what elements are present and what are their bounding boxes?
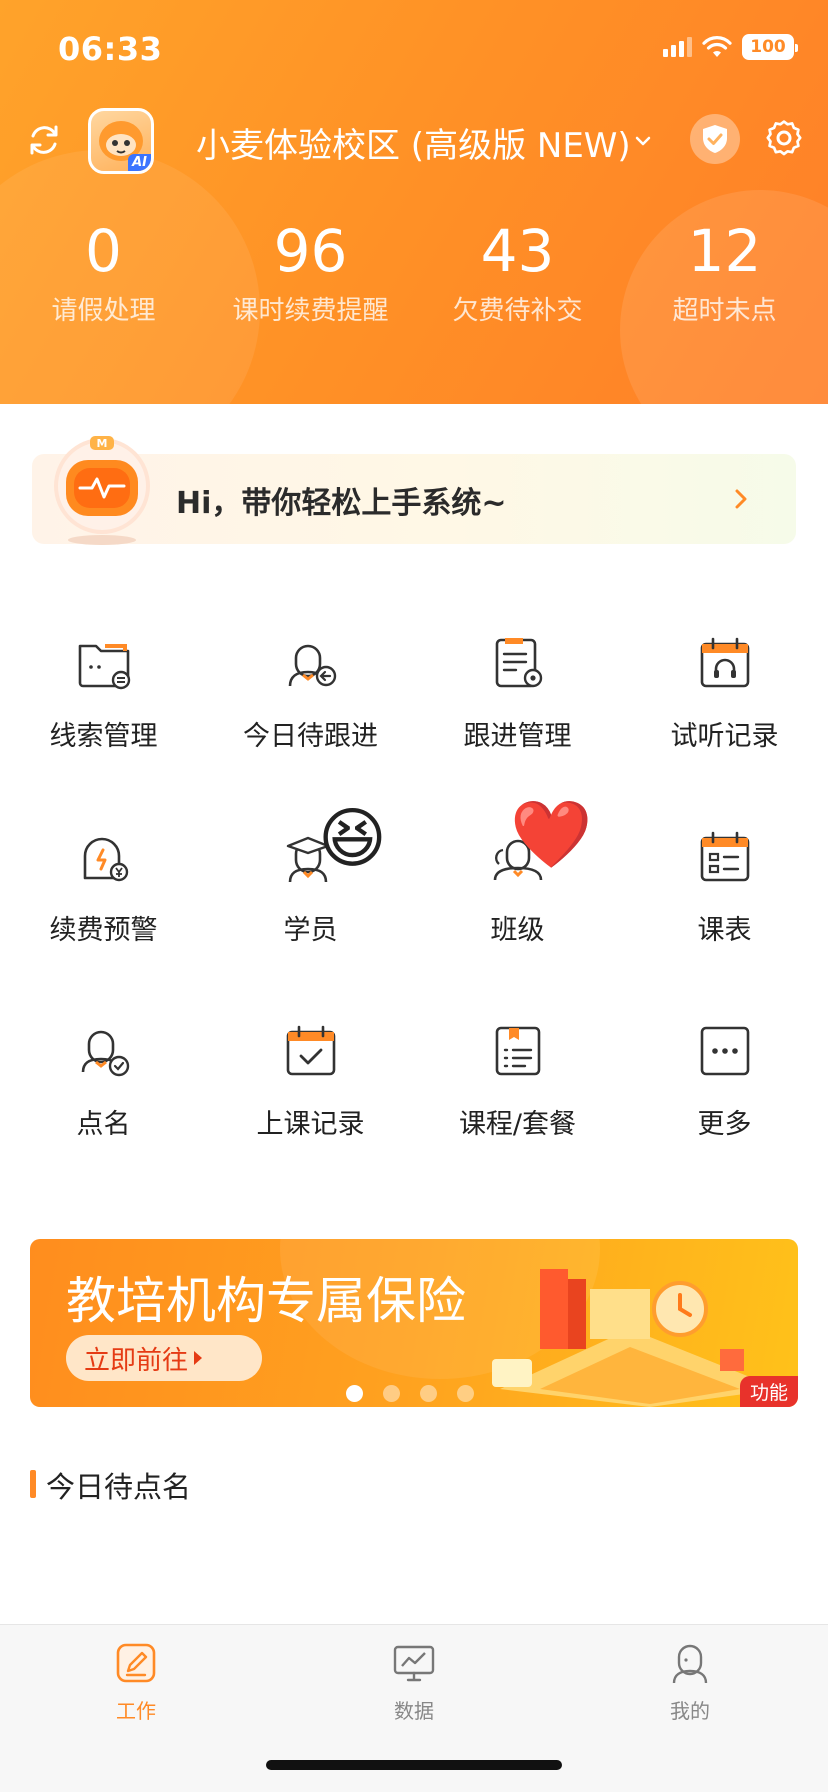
section-accent-bar <box>30 1470 36 1498</box>
battery-level: 100 <box>750 37 786 57</box>
carousel-dot[interactable] <box>420 1385 437 1402</box>
promo-go-button[interactable]: 立即前往 <box>66 1335 262 1381</box>
wifi-icon <box>702 36 732 57</box>
stat-leave-requests[interactable]: 0 请假处理 <box>0 222 207 342</box>
grid-label: 续费预警 <box>49 915 158 946</box>
battery-icon: 100 <box>742 34 798 60</box>
grid-item-class-records[interactable]: 上课记录 <box>207 1008 414 1178</box>
security-button[interactable] <box>690 114 740 164</box>
shield-icon <box>703 125 727 153</box>
promo-banner[interactable]: 教培机构专属保险 立即前往 功能 <box>30 1239 798 1407</box>
carousel-dots <box>346 1385 474 1402</box>
ai-badge: AI <box>128 154 151 171</box>
grid-item-trial-records[interactable]: 试听记录 <box>621 620 828 790</box>
section-title: 今日待点名 <box>46 1470 192 1504</box>
carousel-dot-active[interactable] <box>346 1385 363 1402</box>
status-icons: 100 <box>663 34 798 60</box>
stat-value: 12 <box>687 217 762 285</box>
feature-tag: 功能 <box>739 1376 798 1407</box>
document-gear-icon <box>495 638 543 688</box>
person-return-icon <box>288 644 337 687</box>
grid-item-today-followup[interactable]: 今日待跟进 <box>207 620 414 790</box>
grid-item-more[interactable]: 更多 <box>621 1008 828 1178</box>
heart-emoji: ❤️ <box>510 796 593 873</box>
carousel-dot[interactable] <box>457 1385 474 1402</box>
grid-label: 试听记录 <box>670 721 779 752</box>
grid-label: 点名 <box>76 1109 131 1140</box>
stat-value: 43 <box>480 217 555 285</box>
grid-item-attendance[interactable]: 点名 <box>0 1008 207 1178</box>
svg-text:M: M <box>97 437 108 450</box>
grid-label: 学员 <box>283 915 338 946</box>
grid-label: 班级 <box>490 915 545 946</box>
signal-icon <box>663 37 692 57</box>
edit-icon <box>116 1643 156 1683</box>
grid-label: 跟进管理 <box>463 721 572 752</box>
promo-button-label: 立即前往 <box>84 1345 189 1376</box>
stat-renewal-reminders[interactable]: 96 课时续费提醒 <box>207 222 414 342</box>
stat-value: 96 <box>273 217 348 285</box>
tab-label: 工作 <box>116 1699 156 1723</box>
carousel-dot[interactable] <box>383 1385 400 1402</box>
status-bar: 06:33 100 <box>0 0 828 100</box>
gear-icon[interactable] <box>764 118 804 158</box>
grid-item-followup-management[interactable]: 跟进管理 <box>414 620 621 790</box>
grid-item-courses[interactable]: 课程/套餐 <box>414 1008 621 1178</box>
tab-data[interactable]: 数据 <box>354 1641 474 1724</box>
grid-item-schedule[interactable]: 课表 <box>621 814 828 984</box>
folder-icon <box>78 644 131 690</box>
stat-label: 欠费待补交 <box>452 296 583 326</box>
grid-label: 课表 <box>697 915 752 946</box>
grid-label: 课程/套餐 <box>458 1109 577 1140</box>
monitor-chart-icon <box>393 1645 435 1682</box>
laughing-emoji: 😆 <box>318 800 387 877</box>
calendar-check-icon <box>286 1025 336 1076</box>
top-bar: AI 小麦体验校区 (高级版 NEW) <box>0 108 828 192</box>
robot-mascot-icon: M <box>54 436 150 545</box>
schedule-icon <box>700 831 750 882</box>
promo-title: 教培机构专属保险 <box>66 1272 466 1330</box>
chevron-right-icon <box>735 489 747 509</box>
stat-label: 请假处理 <box>51 296 156 326</box>
stat-arrears[interactable]: 43 欠费待补交 <box>414 222 621 342</box>
home-indicator[interactable] <box>266 1760 562 1770</box>
tab-mine[interactable]: 我的 <box>630 1641 750 1724</box>
tab-work[interactable]: 工作 <box>76 1641 196 1724</box>
calendar-headphones-icon <box>700 637 750 688</box>
profile-icon <box>672 1644 708 1684</box>
more-icon <box>700 1026 750 1076</box>
stat-overdue-attendance[interactable]: 12 超时未点 <box>621 222 828 342</box>
header: 06:33 100 AI 小麦体验校区 (高级版 NEW) 0 请假处理 96 … <box>0 0 828 404</box>
chevron-down-icon[interactable] <box>632 130 654 152</box>
stat-label: 课时续费提醒 <box>232 296 389 326</box>
tab-label: 我的 <box>670 1699 710 1723</box>
status-time: 06:33 <box>58 30 163 68</box>
person-check-icon <box>81 1030 130 1077</box>
grid-item-renewal-warning[interactable]: 续费预警 <box>0 814 207 984</box>
play-arrow-icon <box>194 1351 203 1365</box>
guide-text: Hi，带你轻松上手系统~ <box>176 486 507 521</box>
refresh-icon[interactable] <box>26 122 62 158</box>
grid-label: 更多 <box>697 1109 752 1140</box>
bell-yen-icon <box>83 837 129 882</box>
onboarding-guide-banner[interactable]: M Hi，带你轻松上手系统~ <box>32 436 796 545</box>
stats-row: 0 请假处理 96 课时续费提醒 43 欠费待补交 12 超时未点 <box>0 222 828 342</box>
tab-label: 数据 <box>394 1699 434 1723</box>
grid-label: 今日待跟进 <box>243 721 378 752</box>
grid-label: 上课记录 <box>256 1109 365 1140</box>
stat-label: 超时未点 <box>672 296 777 326</box>
stat-value: 0 <box>85 217 122 285</box>
grid-label: 线索管理 <box>49 721 158 752</box>
grid-item-leads[interactable]: 线索管理 <box>0 620 207 790</box>
campus-selector[interactable]: 小麦体验校区 (高级版 NEW) <box>196 118 631 167</box>
course-list-icon <box>495 1026 541 1076</box>
app-avatar[interactable]: AI <box>88 108 154 174</box>
